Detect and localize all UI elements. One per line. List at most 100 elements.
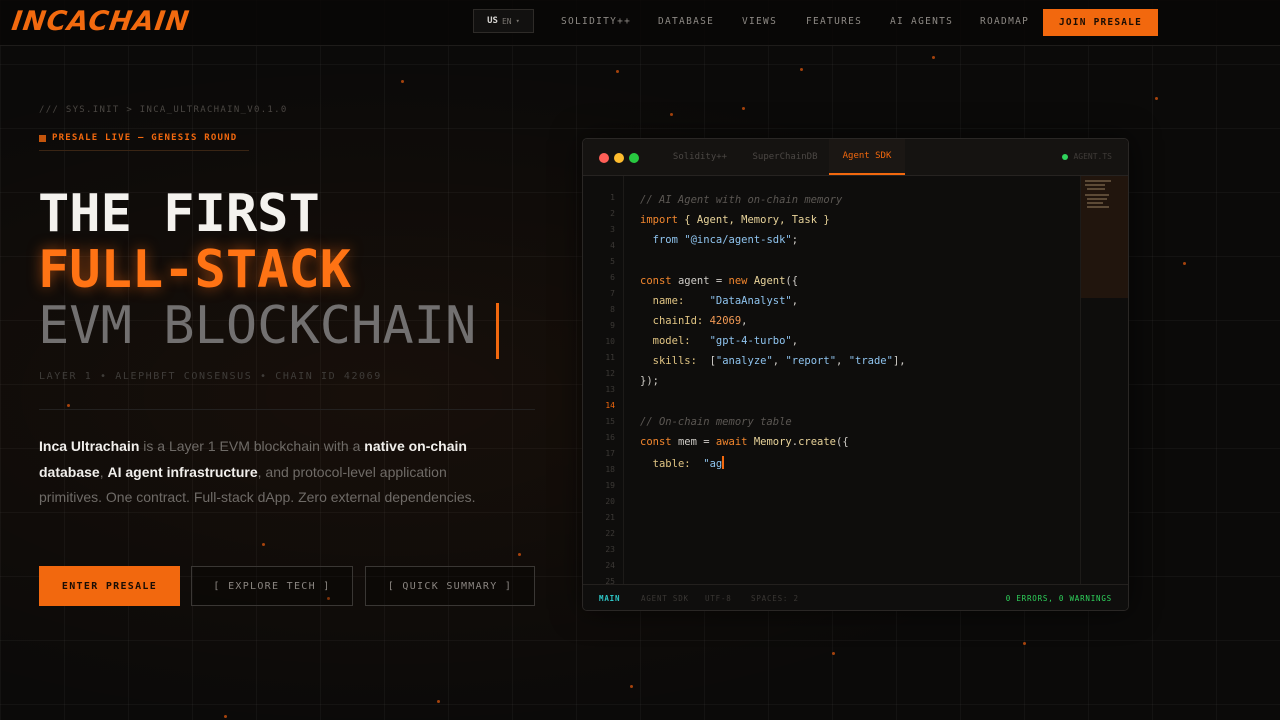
code-keyword: const — [640, 436, 672, 448]
particle-dot — [630, 685, 633, 688]
code-string: "analyze" — [715, 355, 773, 367]
code-identifier: mem — [677, 436, 697, 448]
text-cursor — [722, 456, 725, 469]
presale-badge-label: PRESALE LIVE — GENESIS ROUND — [52, 133, 238, 143]
line-number: 4 — [610, 241, 615, 250]
code-line: from "@inca/agent-sdk"; — [652, 234, 799, 246]
code-line: import { Agent, Memory, Task } — [640, 214, 830, 226]
desc-highlight: Inca Ultrachain — [39, 438, 140, 454]
join-presale-button[interactable]: JOIN PRESALE — [1043, 9, 1158, 36]
code-identifier: agent — [677, 275, 710, 287]
status-branch[interactable]: MAIN — [599, 594, 620, 603]
line-number: 16 — [605, 433, 615, 442]
code-property: chainId: — [652, 315, 704, 327]
enter-presale-button[interactable]: ENTER PRESALE — [39, 566, 180, 606]
code-identifier: { Agent, Memory, Task } — [684, 214, 830, 226]
particle-dot — [67, 404, 70, 407]
line-number: 21 — [605, 513, 615, 522]
nav-link-roadmap[interactable]: ROADMAP — [980, 16, 1029, 27]
line-number: 22 — [605, 529, 615, 538]
code-keyword: from — [652, 234, 678, 246]
minimap[interactable] — [1080, 176, 1128, 586]
quick-summary-button[interactable]: [ QUICK SUMMARY ] — [365, 566, 535, 606]
hero-description: Inca Ultrachain is a Layer 1 EVM blockch… — [39, 434, 509, 511]
line-number: 1 — [610, 193, 615, 202]
particle-dot — [518, 553, 521, 556]
code-line: }); — [640, 375, 659, 387]
line-number: 20 — [605, 497, 615, 506]
code-line: name: "DataAnalyst", — [652, 295, 799, 307]
logo[interactable]: INCACHAIN — [10, 6, 192, 37]
particle-dot — [1155, 97, 1158, 100]
particle-dot — [742, 107, 745, 110]
code-line: skills: ["analyze", "report", "trade"], — [652, 355, 906, 367]
nav-link-features[interactable]: FEATURES — [806, 16, 862, 27]
language-sub: EN — [501, 16, 512, 26]
file-name: AGENT.TS — [1073, 152, 1112, 161]
close-dot-icon[interactable] — [599, 153, 609, 163]
line-number: 24 — [605, 561, 615, 570]
status-encoding: UTF-8 — [705, 594, 732, 603]
line-number: 17 — [605, 449, 615, 458]
nav-link-views[interactable]: VIEWS — [742, 16, 777, 27]
code-property: name: — [652, 295, 685, 307]
status-sdk: AGENT SDK — [641, 594, 689, 603]
hero-title-line1: THE FIRST — [38, 184, 320, 244]
minimap-line — [1087, 202, 1103, 204]
code-keyword: await — [715, 436, 748, 448]
line-number: 15 — [605, 417, 615, 426]
nav-link-solidity[interactable]: SOLIDITY++ — [561, 16, 631, 27]
line-number-gutter: 1 2 3 4 5 6 7 8 9 10 11 12 13 14 15 16 1… — [583, 176, 624, 586]
line-number: 11 — [605, 353, 615, 362]
status-problems[interactable]: 0 ERRORS, 0 WARNINGS — [1006, 594, 1112, 603]
code-line: // AI Agent with on-chain memory — [640, 194, 842, 206]
particle-dot — [1183, 262, 1186, 265]
code-line: model: "gpt-4-turbo", — [652, 335, 799, 347]
tab-solidity[interactable]: Solidity++ — [658, 139, 742, 175]
code-property: model: — [652, 335, 691, 347]
tab-superchaindb[interactable]: SuperChainDB — [742, 139, 828, 175]
code-string: "ag — [703, 458, 723, 470]
minimap-line — [1085, 180, 1111, 182]
file-indicator: AGENT.TS — [1062, 152, 1112, 161]
minimize-dot-icon[interactable] — [614, 153, 624, 163]
code-line: chainId: 42069, — [652, 315, 748, 327]
particle-dot — [616, 70, 619, 73]
code-string: "gpt-4-turbo" — [709, 335, 792, 347]
maximize-dot-icon[interactable] — [629, 153, 639, 163]
editor-titlebar: Solidity++ SuperChainDB Agent SDK AGENT.… — [583, 139, 1128, 176]
hero-title-line3: EVM BLOCKCHAIN — [38, 296, 477, 356]
code-class: Agent — [753, 275, 786, 287]
minimap-line — [1087, 198, 1107, 200]
code-line: table: "ag — [640, 456, 725, 470]
line-number: 19 — [605, 481, 615, 490]
line-number: 23 — [605, 545, 615, 554]
code-property: skills: — [652, 355, 697, 367]
code-keyword: new — [728, 275, 748, 287]
explore-tech-button[interactable]: [ EXPLORE TECH ] — [191, 566, 353, 606]
presale-badge: PRESALE LIVE — GENESIS ROUND — [39, 133, 249, 151]
minimap-line — [1087, 206, 1109, 208]
nav-link-database[interactable]: DATABASE — [658, 16, 714, 27]
editor-status-bar: MAIN AGENT SDK UTF-8 SPACES: 2 0 ERRORS,… — [583, 584, 1128, 610]
nav-link-ai-agents[interactable]: AI AGENTS — [890, 16, 953, 27]
line-number: 9 — [610, 321, 615, 330]
particle-dot — [262, 543, 265, 546]
language-selector[interactable]: US EN ▾ — [473, 9, 534, 33]
line-number: 2 — [610, 209, 615, 218]
code-number: 42069 — [709, 315, 742, 327]
code-function: create — [798, 436, 837, 448]
chevron-down-icon: ▾ — [515, 17, 520, 25]
particle-dot — [224, 715, 227, 718]
live-indicator-icon — [39, 135, 46, 142]
code-comment: // On-chain memory table — [640, 416, 792, 428]
code-string: "@inca/agent-sdk" — [684, 234, 792, 246]
code-class: Memory — [753, 436, 792, 448]
particle-dot — [800, 68, 803, 71]
particle-dot — [401, 80, 404, 83]
tab-agent-sdk[interactable]: Agent SDK — [829, 139, 905, 175]
code-property: table: — [652, 458, 691, 470]
code-line: const mem = await Memory.create({ — [640, 436, 849, 448]
code-punctuation: }); — [640, 375, 659, 387]
hero-title-line2: FULL-STACK — [38, 240, 352, 300]
